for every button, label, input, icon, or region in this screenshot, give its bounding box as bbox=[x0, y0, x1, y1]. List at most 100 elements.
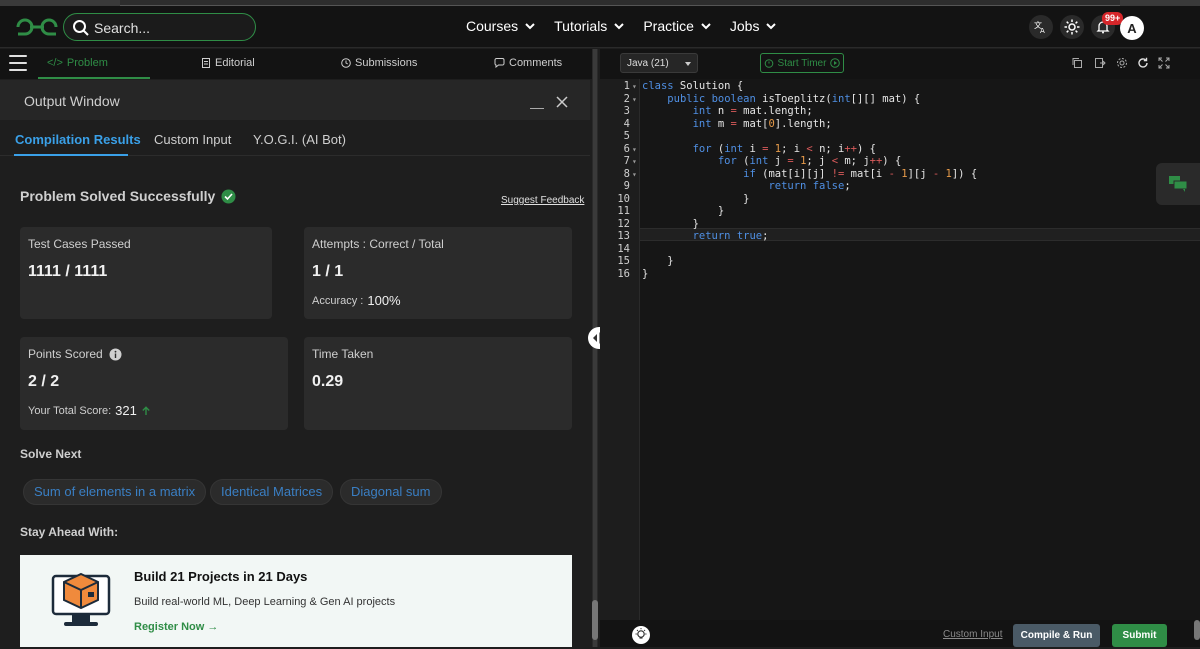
solve-next-chip[interactable]: Identical Matrices bbox=[210, 479, 334, 505]
translate-button[interactable]: 文A bbox=[1029, 15, 1053, 39]
start-timer-button[interactable]: Start Timer bbox=[760, 53, 844, 73]
points-label-row: Points Scored bbox=[28, 347, 122, 361]
code-editor[interactable]: 1 2 3 4 5 6 7 8 9 10 11 12 13 14 15 16 ▾… bbox=[600, 79, 1200, 620]
nav-jobs[interactable]: Jobs bbox=[730, 18, 778, 34]
accuracy-label: Accuracy : bbox=[312, 294, 364, 307]
avatar[interactable]: A bbox=[1120, 16, 1144, 40]
solve-next-chip[interactable]: Diagonal sum bbox=[340, 479, 442, 505]
check-circle-icon bbox=[221, 189, 236, 203]
fold-marker-icon[interactable]: ▾ bbox=[632, 82, 637, 91]
total-score-label: Your Total Score: bbox=[28, 404, 112, 417]
translate-icon: 文A bbox=[1034, 20, 1045, 34]
active-tab-indicator bbox=[38, 77, 150, 79]
code-line: int n = mat.length; bbox=[692, 105, 813, 117]
custom-input-link[interactable]: Custom Input bbox=[943, 629, 1002, 640]
compile-run-button[interactable]: Compile & Run bbox=[1013, 624, 1100, 647]
chat-icon bbox=[1169, 176, 1187, 192]
code-line: } bbox=[642, 267, 649, 280]
code-icon: </> bbox=[47, 57, 63, 69]
register-now-link[interactable]: Register Now → bbox=[134, 621, 218, 633]
output-window-header: Output Window bbox=[0, 80, 590, 120]
solve-next-chip[interactable]: Sum of elements in a matrix bbox=[23, 479, 207, 505]
tab-comments[interactable]: Comments bbox=[494, 57, 562, 69]
language-select[interactable]: Java (21) bbox=[620, 53, 698, 73]
settings-icon[interactable] bbox=[1116, 57, 1128, 69]
attempts-card: Attempts : Correct / Total 1 / 1 Accurac… bbox=[304, 227, 572, 319]
code-line: for (int i = 1; i < n; i++) { bbox=[692, 142, 876, 155]
points-label: Points Scored bbox=[28, 347, 103, 361]
promo-title: Build 21 Projects in 21 Days bbox=[134, 569, 308, 584]
chevron-down-icon bbox=[701, 23, 711, 30]
fullscreen-icon[interactable] bbox=[1158, 57, 1170, 69]
time-label: Time Taken bbox=[312, 347, 374, 361]
comment-icon bbox=[494, 58, 505, 68]
nav-courses[interactable]: Courses bbox=[466, 18, 536, 34]
hint-button[interactable] bbox=[632, 626, 650, 644]
problem-tabs-bar: </> Problem Editorial Submissions Comment… bbox=[0, 49, 596, 79]
attempts-label: Attempts : Correct / Total bbox=[312, 237, 444, 251]
code-line: for (int j = 1; j < m; j++) { bbox=[717, 155, 902, 167]
tab-yogi-ai-bot[interactable]: Y.O.G.I. (AI Bot) bbox=[253, 132, 346, 147]
test-cases-card: Test Cases Passed 1111 / 1111 bbox=[20, 227, 272, 319]
chevron-down-icon bbox=[614, 23, 625, 30]
play-circle-icon bbox=[830, 58, 841, 68]
nav-tutorials[interactable]: Tutorials bbox=[554, 18, 625, 34]
reset-icon[interactable] bbox=[1137, 57, 1149, 69]
status-text: Problem Solved Successfully bbox=[20, 188, 216, 204]
total-score-value: 321 bbox=[115, 403, 137, 418]
editor-toolbar: Java (21) Start Timer bbox=[600, 49, 1200, 79]
nav-practice[interactable]: Practice bbox=[643, 18, 712, 34]
chevron-down-icon bbox=[766, 23, 777, 30]
line-number: 4 bbox=[623, 117, 630, 130]
status-heading: Problem Solved Successfully bbox=[20, 188, 236, 204]
tab-submissions[interactable]: Submissions bbox=[341, 57, 417, 69]
tab-editorial[interactable]: Editorial bbox=[201, 57, 255, 69]
line-number: 2 bbox=[623, 92, 630, 105]
promo-banner[interactable]: Build 21 Projects in 21 Days Build real-… bbox=[20, 555, 572, 647]
copy-icon[interactable] bbox=[1071, 57, 1083, 69]
code-line: return false; bbox=[768, 180, 851, 192]
right-scrollbar-thumb[interactable] bbox=[1194, 620, 1200, 640]
tab-compilation-results[interactable]: Compilation Results bbox=[15, 132, 141, 147]
tab-problem[interactable]: </> Problem bbox=[47, 57, 108, 69]
line-number: 13 bbox=[617, 230, 630, 242]
points-value: 2 / 2 bbox=[28, 373, 60, 390]
code-line: } bbox=[642, 205, 725, 217]
gfg-logo[interactable] bbox=[14, 15, 60, 39]
language-select-value: Java (21) bbox=[627, 58, 669, 69]
chevron-down-icon bbox=[525, 23, 535, 30]
chat-widget-button[interactable] bbox=[1156, 163, 1200, 205]
export-icon[interactable] bbox=[1094, 57, 1106, 69]
suggest-feedback-link[interactable]: Suggest Feedback bbox=[501, 195, 584, 206]
fold-marker-icon[interactable]: ▾ bbox=[632, 157, 637, 166]
info-icon[interactable] bbox=[109, 348, 122, 361]
line-number: 3 bbox=[623, 105, 630, 117]
start-timer-label: Start Timer bbox=[777, 57, 827, 69]
search-input[interactable]: Search... bbox=[94, 20, 150, 36]
submit-button[interactable]: Submit bbox=[1112, 624, 1167, 647]
solve-next-heading: Solve Next bbox=[20, 447, 82, 461]
left-scrollbar-thumb[interactable] bbox=[592, 600, 598, 640]
code-line: class Solution { bbox=[642, 80, 744, 92]
stay-ahead-heading: Stay Ahead With: bbox=[20, 525, 119, 539]
search-icon bbox=[73, 20, 89, 36]
close-icon[interactable] bbox=[556, 96, 568, 108]
attempts-value: 1 / 1 bbox=[312, 263, 344, 280]
tab-custom-input[interactable]: Custom Input bbox=[154, 132, 231, 147]
accuracy-value: 100% bbox=[367, 293, 401, 308]
accuracy-row: Accuracy :100% bbox=[312, 293, 401, 308]
fold-marker-icon[interactable]: ▾ bbox=[632, 95, 637, 104]
theme-toggle-button[interactable] bbox=[1060, 15, 1084, 39]
editor-bottom-bar: Custom Input Compile & Run Submit bbox=[600, 620, 1200, 647]
fold-marker-icon[interactable]: ▾ bbox=[632, 145, 637, 154]
time-card: Time Taken 0.29 bbox=[304, 337, 572, 430]
total-score-row: Your Total Score: 321 bbox=[28, 403, 151, 418]
line-number: 15 bbox=[617, 255, 630, 267]
monitor-box-icon bbox=[51, 572, 111, 626]
fold-marker-icon[interactable]: ▾ bbox=[632, 170, 637, 179]
search-box[interactable]: Search... bbox=[63, 13, 256, 41]
nav-practice-label: Practice bbox=[643, 18, 694, 34]
hamburger-menu-icon[interactable] bbox=[9, 55, 27, 71]
minimize-icon[interactable] bbox=[530, 108, 544, 109]
code-line: } bbox=[642, 192, 750, 205]
